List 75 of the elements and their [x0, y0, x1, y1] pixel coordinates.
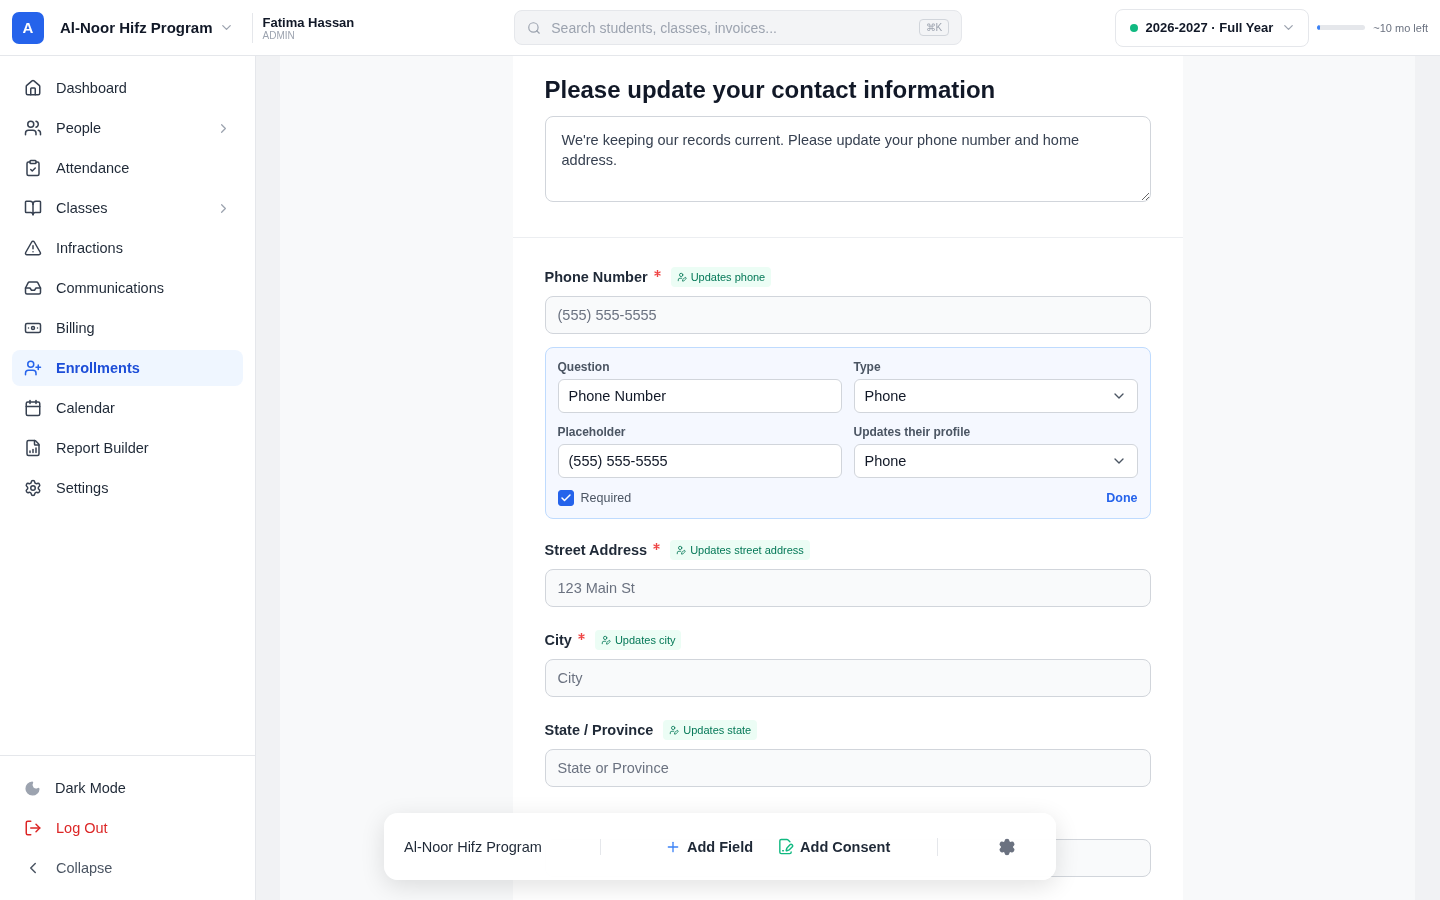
inbox-icon — [24, 279, 42, 297]
moon-icon — [24, 779, 41, 797]
nav-item[interactable]: Billing — [12, 310, 243, 346]
profile-badge: Updates city — [594, 630, 682, 650]
editor-label: Placeholder — [557, 425, 627, 439]
settings-icon — [998, 837, 1016, 856]
checkbox-label: Required — [580, 491, 632, 505]
field-label: Phone Number — [544, 269, 648, 285]
term-selector[interactable]: 2026-2027 · Full Year — [1114, 8, 1310, 47]
profile-badge: Updates state — [663, 720, 758, 740]
shortcut-hint: ⌘K — [918, 19, 950, 36]
nav-item[interactable]: Attendance — [12, 150, 243, 186]
required-checkbox[interactable] — [557, 490, 574, 506]
book-icon — [24, 199, 42, 217]
placeholder-field[interactable]: (555) 555-5555 — [557, 444, 842, 478]
nav-item[interactable]: Enrollments — [12, 350, 243, 386]
user-name: Fatima Hassan — [262, 14, 355, 30]
nav-item[interactable]: Communications — [12, 270, 243, 306]
nav-item[interactable]: People — [12, 110, 243, 146]
org-logo: A — [12, 11, 44, 44]
done-button[interactable]: Done — [1106, 491, 1138, 505]
clipboard-icon — [24, 159, 42, 177]
nav-item[interactable]: Log Out — [12, 810, 243, 846]
profile-badge: Updates street address — [670, 540, 810, 560]
people-icon — [24, 119, 42, 137]
gear-icon — [24, 479, 42, 497]
nav-item[interactable]: Infractions — [12, 230, 243, 266]
input-field[interactable]: 123 Main St — [544, 569, 1151, 607]
editor-label: Question — [557, 360, 611, 374]
required-icon — [577, 632, 585, 640]
term-progress — [1317, 25, 1366, 30]
user-role: ADMIN — [262, 29, 296, 41]
user-pen-icon — [669, 725, 680, 735]
nav-item[interactable]: Settings — [12, 470, 243, 506]
field-label: State / Province — [544, 722, 654, 738]
field-label: Street Address — [544, 542, 648, 558]
editor-label: Type — [853, 360, 882, 374]
nav-item[interactable]: Calendar — [12, 390, 243, 426]
nav-item[interactable]: Collapse — [12, 850, 243, 886]
org-switcher[interactable]: Al-Noor Hifz Program — [60, 19, 234, 36]
nav-item[interactable]: Dashboard — [12, 70, 243, 106]
report-icon — [24, 439, 42, 457]
home-icon — [24, 79, 42, 97]
nav-item[interactable]: Report Builder — [12, 430, 243, 466]
profile-select[interactable]: Phone — [853, 444, 1138, 478]
user-pen-icon — [676, 545, 687, 555]
term-remaining: ~10 mo left — [1373, 21, 1428, 34]
signature-icon — [777, 838, 795, 855]
input-field[interactable]: (555) 555-5555 — [544, 296, 1151, 334]
form-title: Please update your contact information — [544, 76, 997, 104]
profile-badge: Updates phone — [670, 267, 772, 287]
nav-item[interactable]: Dark Mode — [12, 770, 243, 806]
question-field[interactable]: Phone Number — [557, 379, 842, 413]
required-icon — [653, 269, 661, 277]
user-plus-icon — [24, 359, 42, 377]
warning-icon — [24, 239, 42, 257]
input-field[interactable]: State or Province — [544, 749, 1151, 787]
search-icon — [527, 20, 542, 35]
toolbar-button[interactable]: Add Consent — [777, 838, 891, 855]
toolbar-title: Al-Noor Hifz Program — [404, 838, 601, 855]
nav-item[interactable]: Classes — [12, 190, 243, 226]
type-select[interactable]: Phone — [853, 379, 1138, 413]
calendar-icon — [24, 399, 42, 417]
logout-icon — [24, 819, 42, 837]
user-pen-icon — [600, 635, 611, 645]
required-icon — [653, 542, 661, 550]
editor-label: Updates their profile — [853, 425, 972, 439]
user-pen-icon — [676, 272, 687, 282]
status-dot — [1129, 23, 1138, 32]
check-icon — [559, 492, 572, 504]
search-field[interactable]: Search students, classes, invoices... — [549, 18, 911, 37]
toolbar-button[interactable]: Add Field — [665, 838, 754, 855]
description-field[interactable]: We're keeping our records current. Please update your phone number and home address. — [544, 116, 1151, 202]
input-field[interactable]: City — [544, 659, 1151, 697]
field-label: City — [544, 632, 572, 648]
